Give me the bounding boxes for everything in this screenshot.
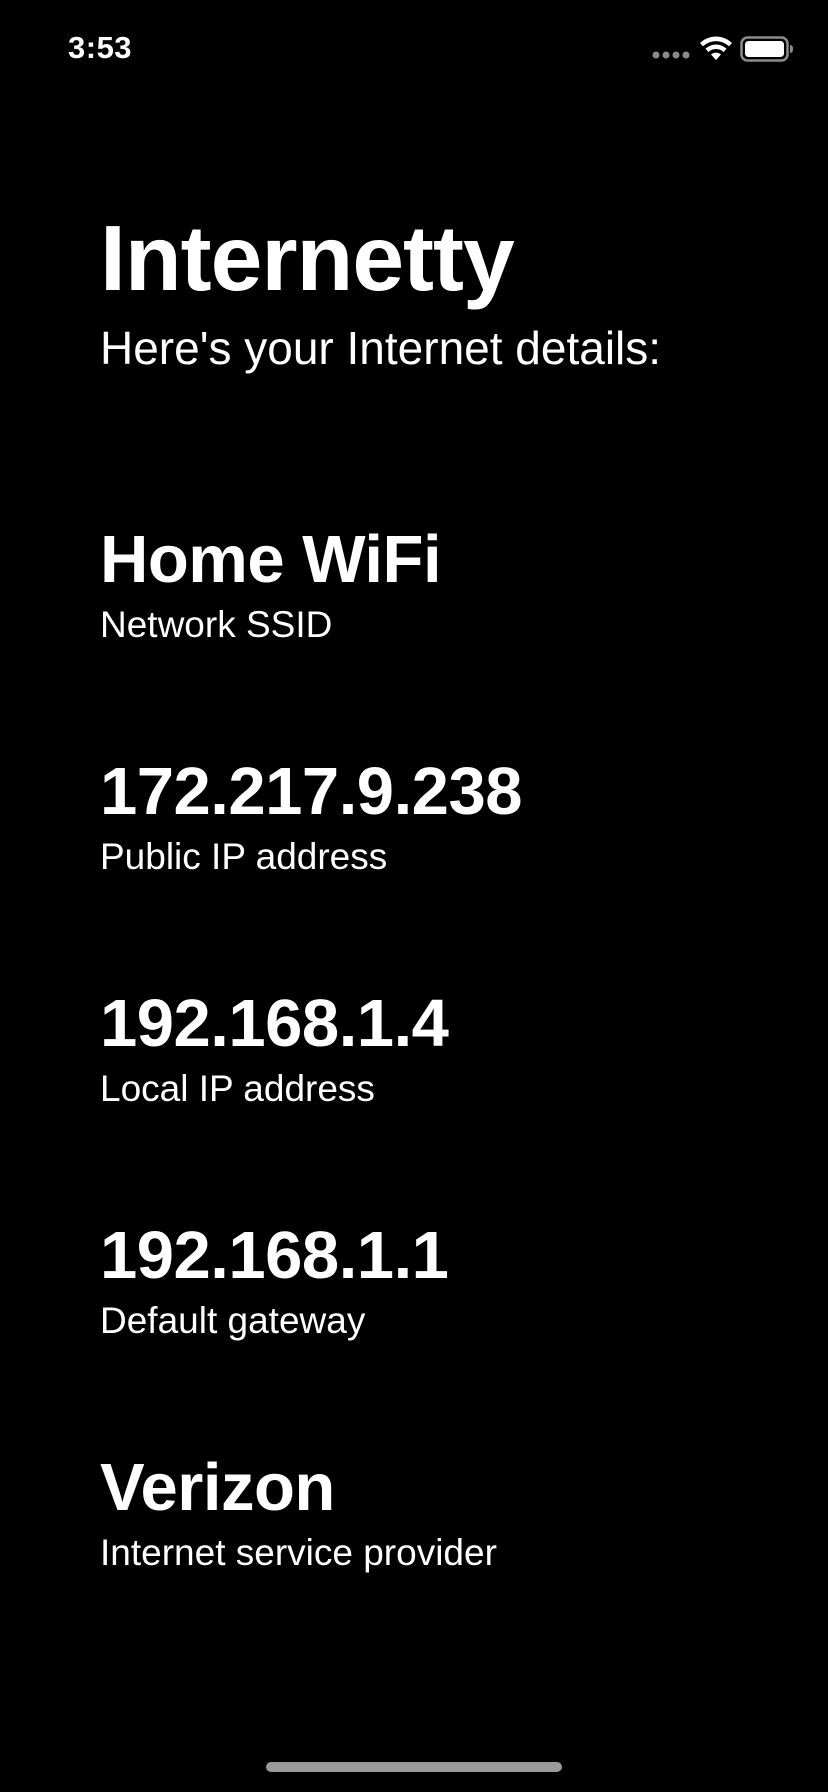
info-item-public-ip: 172.217.9.238 Public IP address — [100, 752, 800, 984]
gateway-value: 192.168.1.1 — [100, 1218, 449, 1293]
isp-label: Internet service provider — [100, 1532, 497, 1573]
home-indicator[interactable] — [266, 1762, 562, 1772]
battery-icon — [740, 36, 793, 62]
app-subtitle: Here's your Internet details: — [100, 322, 662, 374]
wifi-icon — [700, 36, 732, 60]
info-item-ssid: Home WiFi Network SSID — [100, 520, 800, 752]
local-ip-label: Local IP address — [100, 1068, 375, 1109]
info-item-isp: Verizon Internet service provider — [100, 1448, 800, 1680]
ssid-label: Network SSID — [100, 604, 333, 645]
info-item-local-ip: 192.168.1.4 Local IP address — [100, 984, 800, 1216]
info-item-gateway: 192.168.1.1 Default gateway — [100, 1216, 800, 1448]
signal-dots-icon — [652, 51, 690, 59]
header: Internetty Here's your Internet details: — [100, 208, 800, 378]
ssid-value: Home WiFi — [100, 522, 442, 597]
info-list: Home WiFi Network SSID 172.217.9.238 Pub… — [100, 520, 800, 1680]
public-ip-value: 172.217.9.238 — [100, 754, 522, 829]
app-title: Internetty — [100, 206, 515, 310]
status-time: 3:53 — [68, 30, 133, 65]
status-bar: 3:53 — [0, 0, 828, 100]
public-ip-label: Public IP address — [100, 836, 388, 877]
gateway-label: Default gateway — [100, 1300, 366, 1341]
local-ip-value: 192.168.1.4 — [100, 986, 449, 1061]
isp-value: Verizon — [100, 1450, 335, 1525]
